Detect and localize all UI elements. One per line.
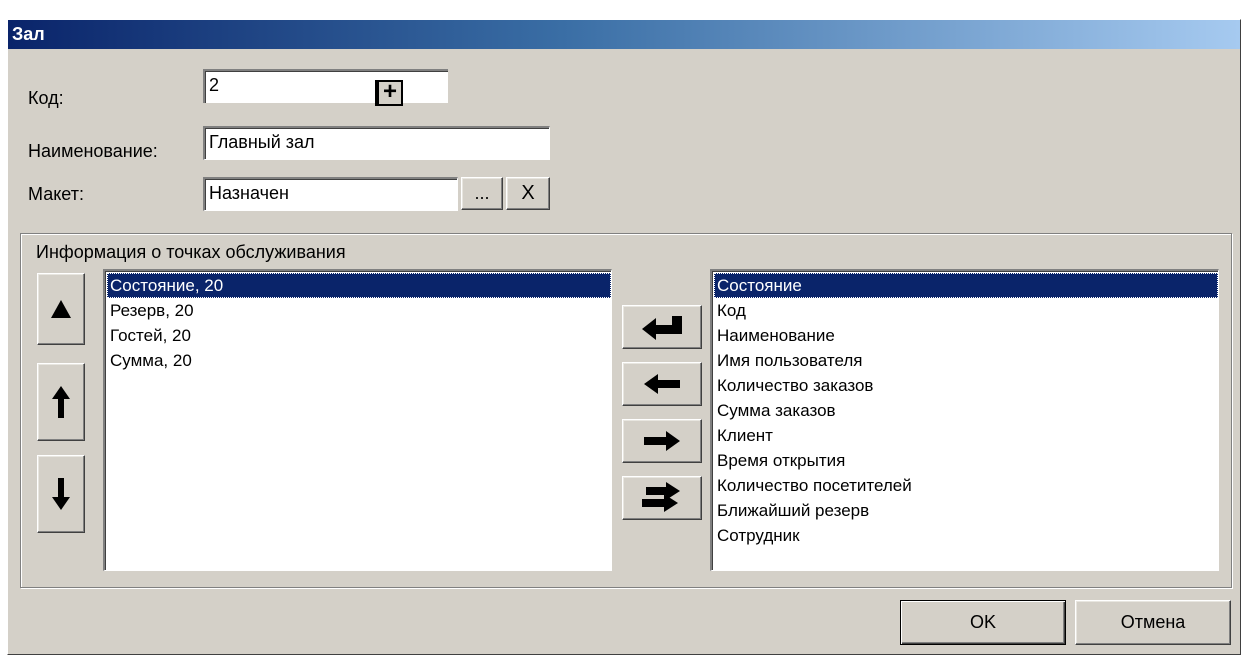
group-title: Информация о точках обслуживания [34,241,348,263]
move-top-button[interactable] [37,273,85,345]
arrow-down-icon [52,478,70,510]
available-fields-list[interactable]: Состояние Код Наименование Имя пользоват… [710,269,1219,571]
move-up-button[interactable] [37,363,85,441]
code-label: Код: [28,88,64,108]
arrow-left-icon [644,374,680,394]
layout-input[interactable]: Назначен [203,177,458,211]
list-item[interactable]: Ближайший резерв [714,498,1218,523]
list-item[interactable]: Сотрудник [714,523,1218,548]
double-arrow-icon [642,482,680,512]
list-item[interactable]: Количество заказов [714,373,1218,398]
move-down-button[interactable] [37,455,85,533]
list-item[interactable]: Имя пользователя [714,348,1218,373]
add-column-button[interactable] [622,305,702,349]
list-item[interactable]: Клиент [714,423,1218,448]
triangle-up-icon [51,300,71,318]
list-item[interactable]: Сумма заказов [714,398,1218,423]
layout-clear-button[interactable]: X [506,177,550,210]
list-item[interactable]: Гостей, 20 [107,323,611,348]
cancel-button[interactable]: Отмена [1075,600,1231,645]
name-input[interactable]: Главный зал [203,126,550,160]
ok-button[interactable]: OK [900,600,1066,645]
layout-label: Макет: [28,184,84,204]
list-item[interactable]: Количество посетителей [714,473,1218,498]
list-item[interactable]: Состояние, 20 [107,273,611,298]
list-item[interactable]: Сумма, 20 [107,348,611,373]
code-increment-button[interactable]: + [377,80,403,106]
arrow-up-icon [52,386,70,418]
list-item[interactable]: Код [714,298,1218,323]
move-right-button[interactable] [622,419,702,463]
list-item[interactable]: Резерв, 20 [107,298,611,323]
enter-arrow-icon [642,316,682,340]
list-item[interactable]: Время открытия [714,448,1218,473]
list-item[interactable]: Состояние [714,273,1218,298]
arrow-right-icon [644,431,680,451]
transfer-all-button[interactable] [622,476,702,520]
title-bar: Зал [8,20,1240,49]
move-left-button[interactable] [622,362,702,406]
list-item[interactable]: Наименование [714,323,1218,348]
code-input[interactable]: 2 [203,69,448,103]
name-label: Наименование: [28,141,158,161]
layout-browse-button[interactable]: ... [461,177,503,210]
selected-columns-list[interactable]: Состояние, 20 Резерв, 20 Гостей, 20 Сумм… [103,269,612,571]
